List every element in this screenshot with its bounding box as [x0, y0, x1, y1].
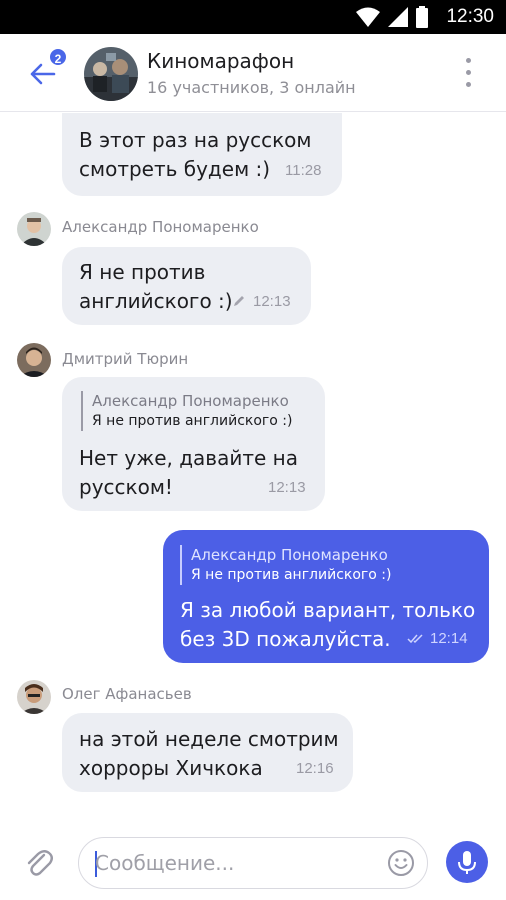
sender-name: Олег Афанасьев [62, 685, 192, 703]
message-bubble-outgoing[interactable]: Александр Пономаренко Я не против англий… [163, 530, 489, 663]
battery-icon [416, 6, 428, 28]
message-time: 12:14 [430, 630, 468, 647]
smile-icon[interactable] [387, 849, 415, 877]
quote-text: Я не против английского :) [92, 413, 293, 429]
message-time: 12:13 [268, 479, 306, 496]
reply-quote[interactable]: Александр Пономаренко Я не против англий… [180, 545, 391, 585]
sender-name: Александр Пономаренко [62, 218, 259, 236]
pencil-icon [234, 296, 244, 306]
chat-screen: 12:30 2 Киномарафон 16 участников, 3 онл… [0, 0, 506, 900]
double-check-icon [407, 634, 423, 644]
status-icons [356, 6, 428, 28]
quote-text: Я не против английского :) [191, 567, 392, 583]
avatar[interactable] [17, 212, 51, 246]
quote-author: Александр Пономаренко [191, 546, 388, 564]
message-bubble[interactable]: Я не против английского :) 12:13 [62, 247, 311, 325]
message-bubble[interactable]: на этой неделе смотрим хорроры Хичкока 1… [62, 713, 353, 792]
avatar[interactable] [17, 343, 51, 377]
message-text: Нет уже, давайте на русском! [79, 446, 298, 499]
status-time: 12:30 [446, 6, 494, 27]
message-time: 11:28 [285, 162, 322, 179]
more-vert-icon[interactable] [462, 56, 476, 90]
unread-badge: 2 [48, 47, 68, 67]
message-composer [0, 822, 506, 900]
quote-author: Александр Пономаренко [92, 392, 289, 410]
chat-header: 2 Киномарафон 16 участников, 3 онлайн [0, 34, 506, 112]
message-bubble[interactable]: Александр Пономаренко Я не против англий… [62, 377, 325, 511]
wifi-icon [356, 7, 380, 27]
chat-avatar[interactable] [84, 47, 138, 101]
paperclip-icon[interactable] [22, 846, 56, 880]
voice-record-button[interactable] [446, 841, 488, 883]
message-bubble[interactable]: В этот раз на русском смотреть будем :) … [62, 113, 342, 196]
message-time: 12:13 [253, 293, 291, 310]
chat-subtitle: 16 участников, 3 онлайн [147, 78, 356, 97]
chat-title: Киномарафон [147, 49, 295, 73]
microphone-icon [458, 851, 476, 874]
status-bar: 12:30 [0, 0, 506, 34]
avatar[interactable] [17, 680, 51, 714]
reply-quote[interactable]: Александр Пономаренко Я не против англий… [81, 391, 292, 431]
message-input-container[interactable] [78, 837, 428, 889]
sender-name: Дмитрий Тюрин [62, 350, 189, 368]
message-input[interactable] [95, 850, 385, 876]
signal-icon [388, 7, 408, 27]
message-text: Я не против английского :) [79, 260, 233, 313]
message-time: 12:16 [296, 760, 334, 777]
message-text: В этот раз на русском смотреть будем :) [79, 128, 312, 181]
